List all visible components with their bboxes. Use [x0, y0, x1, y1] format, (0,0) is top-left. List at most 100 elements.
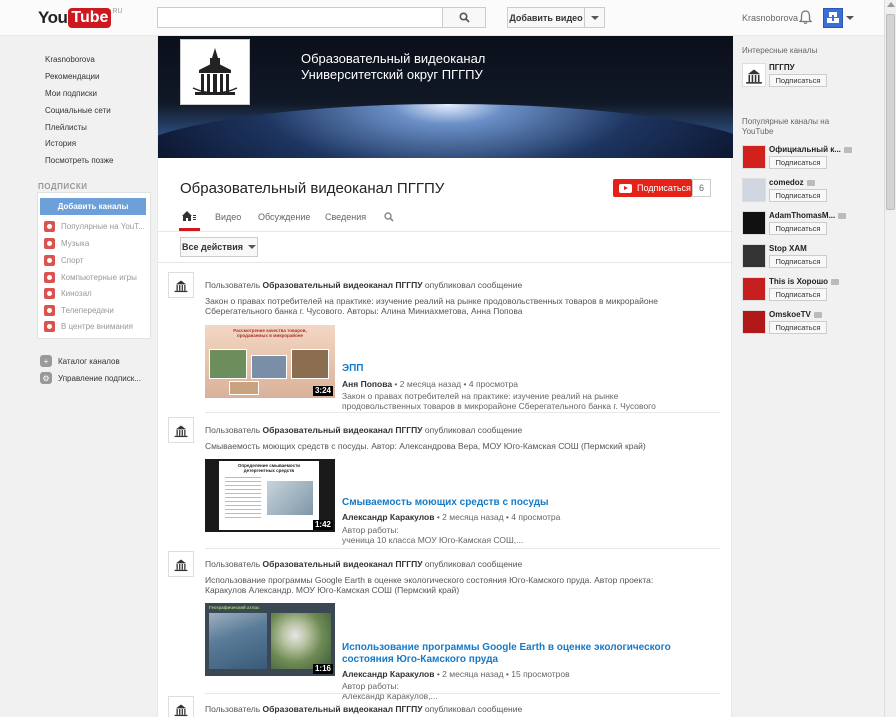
subscribe-button[interactable]: Подписаться [769, 288, 827, 301]
tab-about[interactable]: Сведения [325, 212, 366, 222]
university-building-icon [746, 69, 762, 84]
tool-label: Каталог каналов [58, 356, 120, 366]
account-menu-chevron-icon[interactable] [846, 16, 854, 20]
all-actions-dropdown[interactable]: Все действия [180, 237, 258, 257]
subscribe-button[interactable]: Подписаться [769, 74, 827, 87]
channel-name[interactable]: Официальный к... [769, 145, 852, 154]
subscribe-button[interactable]: Подписаться [769, 156, 827, 169]
tab-discussion[interactable]: Обсуждение [258, 212, 310, 222]
subscription-item-music[interactable]: Музыка [44, 238, 89, 249]
channel-avatar[interactable] [742, 310, 766, 334]
video-title-link[interactable]: ЭПП [342, 363, 702, 375]
channel-avatar[interactable] [742, 277, 766, 301]
feed-user-prefix: Пользователь [205, 425, 261, 435]
feed-action: опубликовал сообщение [424, 559, 523, 569]
verified-icon [813, 311, 822, 318]
channel-name[interactable]: ПГГПУ [769, 63, 795, 72]
subscription-item-spotlight[interactable]: В центре внимания [44, 321, 133, 332]
channel-avatar[interactable] [742, 145, 766, 169]
feed-avatar[interactable] [168, 551, 194, 577]
channel-name[interactable]: This is Хорошо [769, 277, 840, 286]
video-thumbnail[interactable]: Географический атлас 1:16 [205, 603, 335, 676]
channel-name[interactable]: comedoz [769, 178, 815, 187]
channel-name[interactable]: AdamThomasM... [769, 211, 847, 220]
subscription-item-movies[interactable]: Кинозал [44, 288, 92, 299]
home-icon [182, 211, 196, 221]
video-author[interactable]: Александр Каракулов [342, 512, 434, 522]
feed-user-name[interactable]: Образовательный видеоканал ПГГПУ [263, 280, 423, 290]
channel-avatar[interactable] [742, 178, 766, 202]
notifications-button[interactable] [798, 10, 813, 28]
subscription-item-popular[interactable]: Популярные на YouT... [44, 221, 145, 232]
video-views: 4 просмотра [468, 379, 518, 389]
channel-name[interactable]: Stop ХАМ [769, 244, 807, 253]
channel-name[interactable]: OmskoeTV [769, 310, 822, 319]
subscribe-button[interactable]: Подписаться [769, 222, 827, 235]
guide-item-subscriptions[interactable]: Мои подписки [45, 89, 97, 98]
guide-item-history[interactable]: История [45, 139, 76, 148]
subscriptions-heading: ПОДПИСКИ [38, 182, 88, 191]
subscription-label: Популярные на YouT... [61, 222, 145, 231]
video-thumbnail[interactable]: Определение смываемости детергентных сре… [205, 459, 335, 532]
upload-button[interactable]: Добавить видео [507, 7, 585, 28]
guide-item-watch-later[interactable]: Посмотреть позже [45, 156, 113, 165]
feed-avatar[interactable] [168, 272, 194, 298]
tab-home[interactable] [182, 211, 196, 224]
video-age: 2 месяца назад [442, 512, 504, 522]
search-input[interactable] [157, 7, 443, 28]
guide-item-social[interactable]: Социальные сети [45, 106, 111, 115]
add-channels-button[interactable]: Добавить каналы [40, 198, 146, 215]
upload-menu-button[interactable] [585, 7, 605, 28]
feed-user-name[interactable]: Образовательный видеоканал ПГГПУ [263, 425, 423, 435]
feed-user-name[interactable]: Образовательный видеоканал ПГГПУ [263, 704, 423, 714]
thumbnail-photo [267, 481, 313, 515]
subscription-item-games[interactable]: Компьютерные игры [44, 272, 137, 283]
channel-avatar[interactable] [742, 211, 766, 235]
video-title-link[interactable]: Смываемость моющих средств с посуды [342, 497, 702, 509]
bell-icon [798, 10, 813, 25]
feed-action: опубликовал сообщение [424, 425, 523, 435]
tab-search[interactable] [384, 212, 394, 224]
channel-avatar[interactable] [742, 244, 766, 268]
guide-item-recommended[interactable]: Рекомендации [45, 72, 99, 81]
feed-separator [205, 693, 720, 694]
tool-label: Управление подписк... [58, 373, 141, 383]
right-sidebar: Интересные каналы ПГГПУ Подписаться Попу… [733, 36, 884, 717]
video-title-link[interactable]: Использование программы Google Earth в о… [342, 642, 702, 666]
subscription-label: Телепередачи [61, 306, 114, 315]
video-author[interactable]: Аня Попова [342, 379, 392, 389]
guide-item-playlists[interactable]: Плейлисты [45, 123, 87, 132]
popular-channel: comedoz Подписаться [742, 178, 882, 206]
video-author[interactable]: Александр Каракулов [342, 669, 434, 679]
subscription-item-tv[interactable]: Телепередачи [44, 305, 114, 316]
feed-avatar[interactable] [168, 417, 194, 443]
verified-icon [838, 212, 847, 219]
popular-channel: OmskoeTV Подписаться [742, 310, 882, 338]
feed-user-name[interactable]: Образовательный видеоканал ПГГПУ [263, 559, 423, 569]
account-username[interactable]: Krasnoborova [742, 13, 798, 23]
youtube-logo[interactable]: You Tube RU [38, 8, 123, 28]
video-views: 15 просмотров [511, 669, 570, 679]
feed-divider [158, 262, 733, 263]
channel-name-text: This is Хорошо [769, 277, 829, 286]
subscribe-button[interactable]: Подписаться [769, 255, 827, 268]
feed-avatar[interactable] [168, 696, 194, 717]
search-button[interactable] [443, 7, 486, 28]
guide-item-profile[interactable]: Krasnoborova [45, 55, 95, 64]
page-scrollbar[interactable] [884, 0, 896, 717]
subscription-label: Кинозал [61, 289, 92, 298]
thumbnail-photo [209, 349, 247, 379]
subscribe-button[interactable]: Подписаться [769, 189, 827, 202]
channel-catalog-link[interactable]: + Каталог каналов [40, 355, 120, 367]
subscribe-button[interactable]: Подписаться [613, 179, 692, 197]
scrollbar-thumb[interactable] [886, 14, 895, 210]
subscription-item-sport[interactable]: Спорт [44, 255, 84, 266]
tab-videos[interactable]: Видео [215, 212, 241, 222]
scroll-up-arrow-icon[interactable] [887, 2, 895, 7]
account-avatar[interactable] [823, 8, 843, 28]
manage-subscriptions-link[interactable]: ⚙ Управление подписк... [40, 372, 141, 384]
channel-avatar[interactable] [742, 63, 766, 87]
subscribe-button[interactable]: Подписаться [769, 321, 827, 334]
video-thumbnail[interactable]: Рассмотрение качества товаров, продаваем… [205, 325, 335, 398]
guide-sidebar: Krasnoborova Рекомендации Мои подписки С… [0, 37, 157, 717]
